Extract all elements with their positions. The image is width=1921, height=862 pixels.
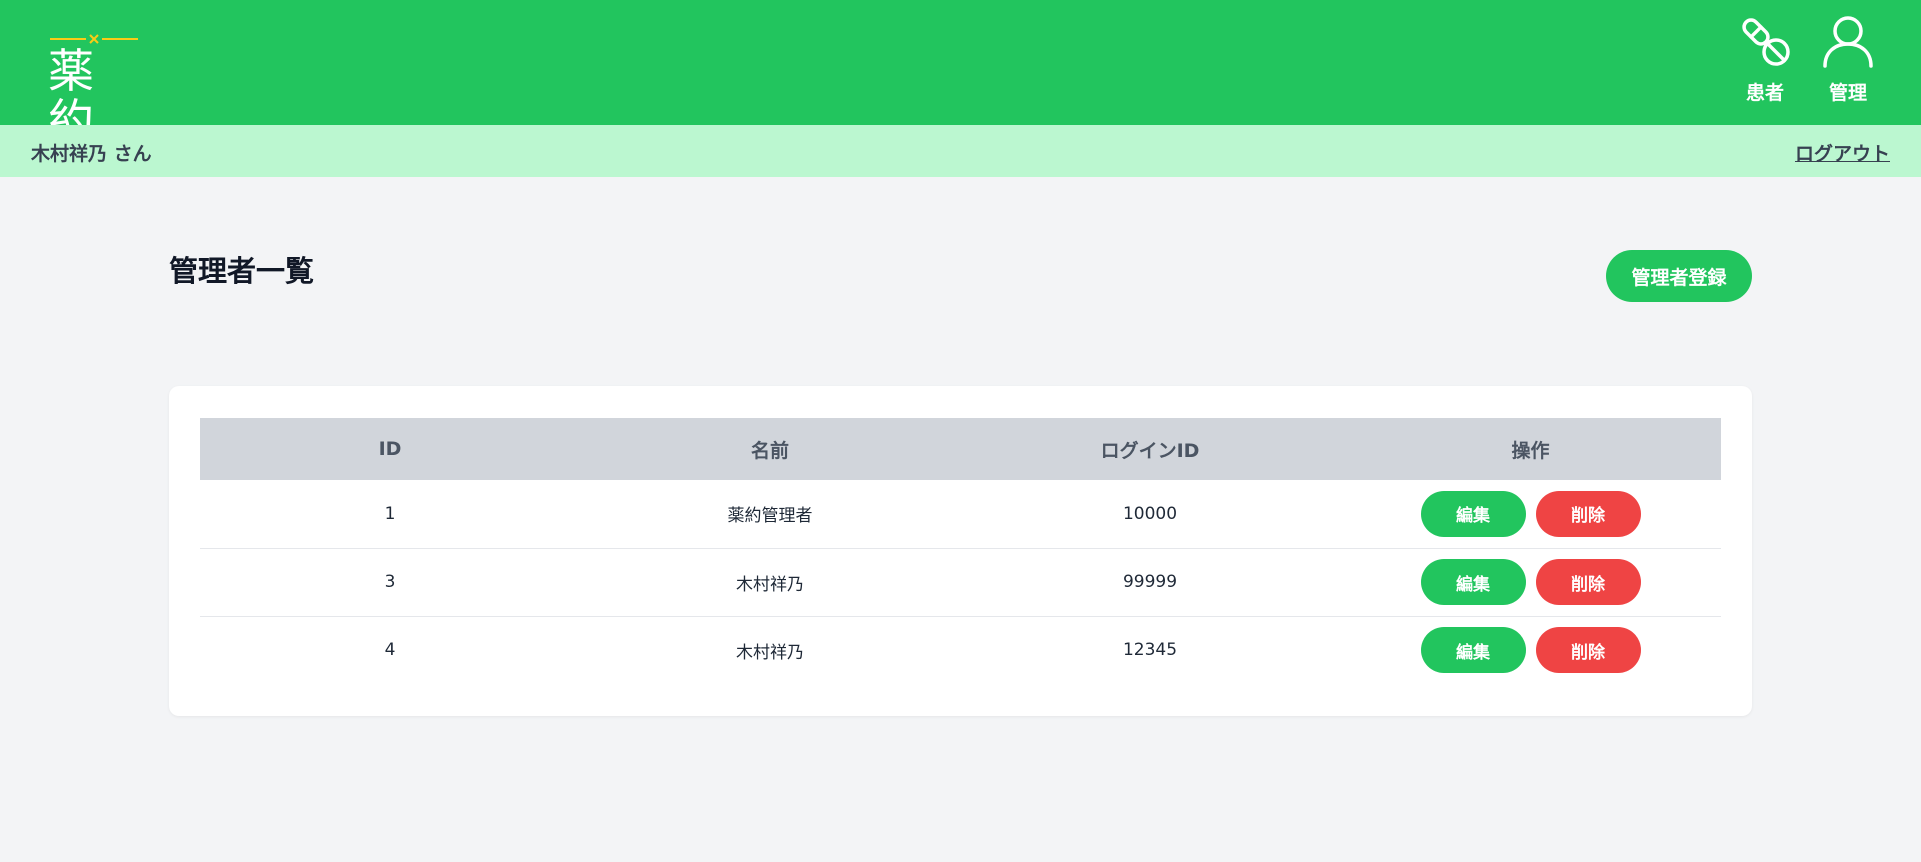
edit-button[interactable]: 編集 [1420, 627, 1526, 674]
table-row: 4 木村祥乃 12345 編集 削除 [200, 616, 1721, 684]
user-icon [1823, 16, 1873, 68]
cell-login-id: 12345 [1122, 640, 1178, 661]
logo[interactable]: 薬約 [48, 30, 138, 146]
logout-link[interactable]: ログアウト [1795, 139, 1890, 166]
register-admin-button[interactable]: 管理者登録 [1606, 250, 1752, 302]
cell-id: 3 [384, 572, 396, 592]
cell-actions: 編集 削除 [1340, 616, 1721, 684]
table-row: 3 木村祥乃 99999 編集 削除 [200, 548, 1721, 616]
table-header-row: ID 名前 ログインID 操作 [200, 418, 1721, 480]
nav-patients-label: 患者 [1745, 82, 1784, 104]
edit-button[interactable]: 編集 [1420, 490, 1526, 537]
column-header-name: 名前 [750, 439, 789, 462]
column-header-id: ID [378, 438, 402, 460]
cell-name: 薬約管理者 [727, 506, 813, 527]
page-title: 管理者一覧 [169, 254, 315, 288]
admin-list-card: ID 名前 ログインID 操作 1 薬約管理者 10000 編集 削除 3 木村… [169, 386, 1752, 716]
logo-decoration-icon [50, 34, 138, 44]
cell-login-id: 10000 [1122, 503, 1178, 524]
current-user-name: 木村祥乃 さん [31, 143, 152, 165]
cell-name: 木村祥乃 [736, 574, 804, 595]
nav-patients[interactable]: 患者 [1730, 14, 1800, 110]
cell-id: 4 [384, 640, 396, 661]
cell-id: 1 [384, 503, 396, 524]
column-header-login-id: ログインID [1100, 439, 1200, 462]
app-header: 薬約 患者 管理 [0, 0, 1921, 146]
nav-admin-label: 管理 [1828, 82, 1867, 104]
delete-button[interactable]: 削除 [1535, 559, 1641, 605]
edit-button[interactable]: 編集 [1420, 559, 1526, 605]
cell-actions: 編集 削除 [1340, 480, 1721, 548]
column-header-actions: 操作 [1511, 439, 1550, 462]
cell-actions: 編集 削除 [1340, 548, 1721, 616]
delete-button[interactable]: 削除 [1535, 627, 1641, 674]
cell-name: 木村祥乃 [736, 642, 804, 663]
delete-button[interactable]: 削除 [1535, 490, 1641, 537]
table-row: 1 薬約管理者 10000 編集 削除 [200, 480, 1721, 548]
nav-admin[interactable]: 管理 [1813, 14, 1883, 110]
user-bar: 木村祥乃 さん ログアウト [0, 125, 1921, 177]
cell-login-id: 99999 [1122, 572, 1178, 592]
admin-table: ID 名前 ログインID 操作 1 薬約管理者 10000 編集 削除 3 木村… [200, 418, 1721, 684]
pill-icon [1742, 18, 1790, 66]
